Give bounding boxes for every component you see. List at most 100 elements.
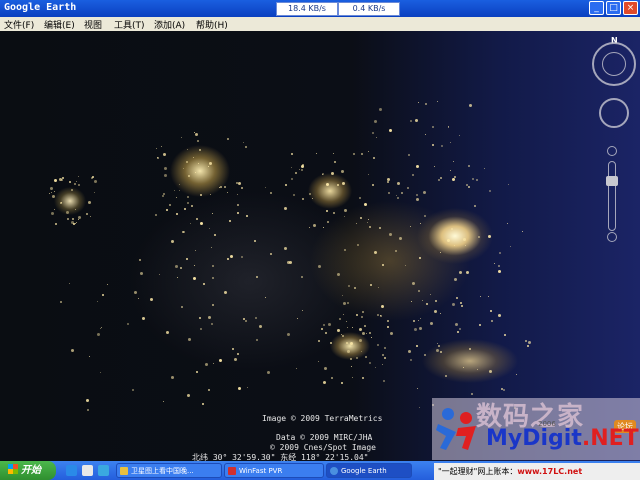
- move-joystick[interactable]: [599, 98, 629, 128]
- city-light: [499, 252, 501, 254]
- city-light: [508, 184, 509, 185]
- city-light: [408, 154, 410, 156]
- city-light: [376, 137, 377, 138]
- city-light: [162, 195, 164, 197]
- city-light: [343, 314, 344, 315]
- city-light: [463, 367, 464, 368]
- city-light: [210, 194, 211, 195]
- media-player-icon[interactable]: [82, 465, 93, 476]
- city-light: [196, 371, 198, 373]
- tray-ad-url[interactable]: www.17LC.net: [517, 467, 582, 476]
- menu-tools[interactable]: 工具(T): [114, 18, 145, 31]
- city-light: [426, 303, 428, 305]
- city-light: [212, 277, 214, 279]
- city-light: [484, 168, 485, 169]
- task-winfast-pvr[interactable]: WinFast PVR: [224, 463, 324, 478]
- city-light: [422, 300, 423, 301]
- city-light: [157, 157, 158, 158]
- city-light: [362, 311, 364, 313]
- city-light: [132, 389, 134, 391]
- city-light: [343, 302, 346, 305]
- city-light: [60, 301, 62, 303]
- city-light: [369, 332, 371, 334]
- city-light: [155, 214, 157, 216]
- city-light: [330, 342, 332, 344]
- city-light: [97, 333, 100, 336]
- city-light: [432, 144, 434, 146]
- city-light: [334, 161, 336, 163]
- city-light: [107, 284, 108, 285]
- city-light: [438, 345, 440, 347]
- city-light: [440, 252, 441, 253]
- city-light: [291, 167, 292, 168]
- city-light: [418, 290, 420, 292]
- city-light: [460, 302, 462, 304]
- city-light: [339, 318, 341, 320]
- zoom-slider[interactable]: [608, 161, 616, 231]
- maximize-button[interactable]: □: [606, 1, 621, 15]
- task-browser[interactable]: 卫星图上看中国晚...: [116, 463, 222, 478]
- menu-edit[interactable]: 编辑(E): [44, 18, 75, 31]
- city-light: [323, 381, 326, 384]
- navigation-controls: N: [592, 36, 636, 246]
- city-light: [199, 317, 201, 319]
- upload-speed: 0.4 KB/s: [338, 2, 400, 16]
- menu-help[interactable]: 帮助(H): [196, 18, 228, 31]
- download-speed: 18.4 KB/s: [276, 2, 338, 16]
- city-light: [382, 364, 383, 365]
- city-light: [437, 343, 438, 344]
- city-light: [418, 320, 419, 321]
- zoom-out-icon[interactable]: [607, 232, 617, 242]
- city-light: [72, 218, 74, 220]
- city-light: [356, 223, 357, 224]
- start-button[interactable]: 开始: [0, 461, 56, 480]
- city-light: [477, 369, 478, 370]
- city-light: [159, 274, 160, 275]
- city-light: [522, 231, 523, 232]
- city-light: [323, 227, 324, 228]
- city-light: [389, 129, 392, 132]
- city-light: [405, 265, 406, 266]
- city-light: [238, 387, 241, 390]
- city-light: [424, 215, 426, 217]
- zoom-slider-handle[interactable]: [606, 176, 618, 186]
- earth-task-icon: [330, 467, 338, 475]
- city-light: [212, 213, 213, 214]
- city-light: [382, 354, 384, 356]
- show-desktop-icon[interactable]: [98, 465, 109, 476]
- city-light: [229, 220, 231, 222]
- city-light: [333, 212, 335, 214]
- city-light: [425, 103, 427, 105]
- city-light: [50, 187, 53, 190]
- title-bar[interactable]: Google Earth 18.4 KB/s 0.4 KB/s _ □ ×: [0, 0, 640, 17]
- minimize-button[interactable]: _: [589, 1, 604, 15]
- city-light: [448, 127, 449, 128]
- city-light: [76, 222, 77, 223]
- city-light: [451, 228, 453, 230]
- city-light: [102, 294, 104, 296]
- city-light: [318, 340, 320, 342]
- close-button[interactable]: ×: [623, 1, 638, 15]
- city-light: [291, 153, 293, 155]
- city-light: [187, 196, 189, 198]
- city-light: [194, 265, 195, 266]
- site-watermark: 数码之家 2006 论坛 MyDigit.NET: [432, 398, 640, 460]
- menu-add[interactable]: 添加(A): [154, 18, 185, 31]
- task-google-earth[interactable]: Google Earth: [326, 463, 412, 478]
- city-light: [87, 409, 89, 411]
- city-light: [387, 178, 390, 181]
- city-light: [372, 184, 374, 186]
- ie-icon[interactable]: [66, 465, 77, 476]
- city-light: [214, 234, 216, 236]
- zoom-in-icon[interactable]: [607, 146, 617, 156]
- city-light: [441, 145, 443, 147]
- city-light: [347, 327, 348, 328]
- city-light: [415, 119, 418, 122]
- city-light: [327, 221, 329, 223]
- menu-file[interactable]: 文件(F): [4, 18, 34, 31]
- city-light: [399, 237, 402, 240]
- city-light: [326, 210, 328, 212]
- city-light: [352, 327, 353, 328]
- menu-view[interactable]: 视图: [84, 18, 102, 31]
- city-light: [364, 325, 366, 327]
